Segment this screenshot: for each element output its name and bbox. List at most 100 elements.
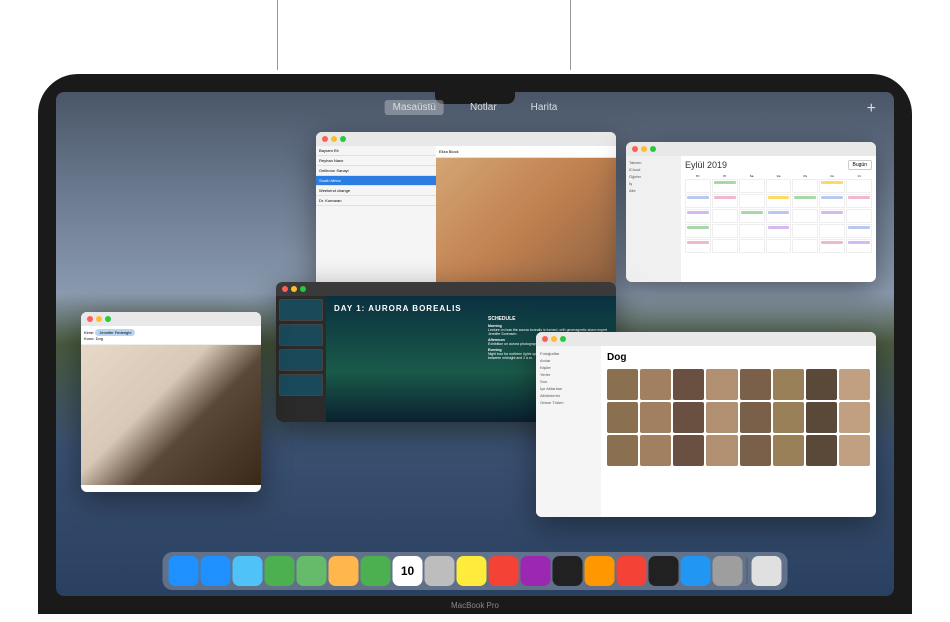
cal-day-cell[interactable]	[712, 224, 738, 238]
cal-day-cell[interactable]	[712, 239, 738, 253]
minimize-icon[interactable]	[551, 336, 557, 342]
ph-side-item[interactable]: Yerler	[540, 371, 597, 378]
cal-day-cell[interactable]	[739, 179, 765, 193]
cal-day-cell[interactable]	[739, 239, 765, 253]
ph-side-item[interactable]: Fotoğraflar	[540, 350, 597, 357]
news-icon[interactable]	[617, 556, 647, 586]
cal-day-cell[interactable]	[712, 194, 738, 208]
podcasts-icon[interactable]	[521, 556, 551, 586]
photo-thumbnail[interactable]	[806, 369, 837, 400]
ph-side-item[interactable]: Kişiler	[540, 364, 597, 371]
calendar-sidebar[interactable]: Takvim iCloud Öğeler İş Aile	[626, 156, 681, 282]
photo-thumbnail[interactable]	[673, 435, 704, 466]
cal-day-cell[interactable]	[685, 179, 711, 193]
appstore-icon[interactable]	[681, 556, 711, 586]
cal-day-cell[interactable]	[766, 239, 792, 253]
cal-side-item[interactable]: Takvim	[629, 159, 678, 166]
photo-thumbnail[interactable]	[673, 402, 704, 433]
slide-thumb[interactable]	[279, 324, 323, 346]
cal-day-cell[interactable]	[846, 179, 872, 193]
cal-day-cell[interactable]	[766, 224, 792, 238]
slide-thumb[interactable]	[279, 374, 323, 396]
ph-side-item[interactable]: Son	[540, 378, 597, 385]
ph-side-item[interactable]: Ortam Türleri	[540, 399, 597, 406]
minimize-icon[interactable]	[291, 286, 297, 292]
photo-thumbnail[interactable]	[640, 435, 671, 466]
close-icon[interactable]	[322, 136, 328, 142]
mail-item[interactable]: Dr. Kumaran	[316, 196, 436, 206]
minimize-icon[interactable]	[641, 146, 647, 152]
cal-day-cell[interactable]	[766, 179, 792, 193]
cal-day-cell[interactable]	[819, 179, 845, 193]
photo-thumbnail[interactable]	[740, 435, 771, 466]
space-notes[interactable]: Notlar	[462, 100, 505, 115]
mail-item[interactable]: Bayram Eti	[316, 146, 436, 156]
cal-side-item[interactable]: Aile	[629, 187, 678, 194]
close-icon[interactable]	[282, 286, 288, 292]
maximize-icon[interactable]	[650, 146, 656, 152]
photo-thumbnail[interactable]	[706, 435, 737, 466]
add-space-button[interactable]: +	[867, 100, 876, 118]
cal-day-cell[interactable]	[819, 224, 845, 238]
mail-message-list[interactable]: Bayram Eti Reyhan Nasır Geliboruı Sanayi…	[316, 146, 436, 292]
facetime-icon[interactable]	[361, 556, 391, 586]
cal-day-cell[interactable]	[712, 209, 738, 223]
mail-item[interactable]: Geliboruı Sanayi	[316, 166, 436, 176]
compose-window[interactable]: Kime: Jennifer Federighi Konu: Dog	[81, 312, 261, 492]
photo-thumbnail[interactable]	[673, 369, 704, 400]
photo-thumbnail[interactable]	[839, 435, 870, 466]
cal-day-cell[interactable]	[819, 209, 845, 223]
mail-window[interactable]: Bayram Eti Reyhan Nasır Geliboruı Sanayi…	[316, 132, 616, 292]
photo-thumbnail[interactable]	[806, 402, 837, 433]
slide-thumb[interactable]	[279, 349, 323, 371]
photo-thumbnail[interactable]	[607, 435, 638, 466]
photo-thumbnail[interactable]	[706, 402, 737, 433]
calendar-grid[interactable]: PzPtSaÇaPeCuCt	[685, 174, 872, 253]
trash-icon[interactable]	[752, 556, 782, 586]
photo-thumbnail[interactable]	[839, 402, 870, 433]
mail-icon[interactable]	[233, 556, 263, 586]
photo-thumbnail[interactable]	[607, 402, 638, 433]
finder-icon[interactable]	[169, 556, 199, 586]
cal-day-cell[interactable]	[792, 224, 818, 238]
close-icon[interactable]	[632, 146, 638, 152]
close-icon[interactable]	[542, 336, 548, 342]
photo-thumbnail[interactable]	[706, 369, 737, 400]
photo-thumbnail[interactable]	[773, 369, 804, 400]
cal-day-cell[interactable]	[739, 224, 765, 238]
space-maps[interactable]: Harita	[523, 100, 566, 115]
stocks-icon[interactable]	[649, 556, 679, 586]
cal-day-cell[interactable]	[685, 209, 711, 223]
maps-icon[interactable]	[297, 556, 327, 586]
cal-day-cell[interactable]	[739, 209, 765, 223]
photo-thumbnail[interactable]	[607, 369, 638, 400]
photos-sidebar[interactable]: Fotoğraflar Anılar Kişiler Yerler Son İç…	[536, 346, 601, 517]
photo-thumbnail[interactable]	[740, 369, 771, 400]
cal-day-cell[interactable]	[766, 209, 792, 223]
mail-item-selected[interactable]: South Africa	[316, 176, 436, 186]
cal-day-cell[interactable]	[792, 239, 818, 253]
photo-thumbnail[interactable]	[839, 369, 870, 400]
photo-thumbnail[interactable]	[740, 402, 771, 433]
minimize-icon[interactable]	[96, 316, 102, 322]
cal-day-cell[interactable]	[685, 224, 711, 238]
contacts-icon[interactable]	[425, 556, 455, 586]
subject-value[interactable]: Dog	[96, 336, 103, 341]
appstore-dev-icon[interactable]	[585, 556, 615, 586]
maximize-icon[interactable]	[300, 286, 306, 292]
tv-icon[interactable]	[553, 556, 583, 586]
cal-day-cell[interactable]	[792, 194, 818, 208]
cal-day-cell[interactable]	[846, 224, 872, 238]
photos-icon[interactable]	[329, 556, 359, 586]
slide-thumbnails[interactable]	[276, 296, 326, 422]
music-icon[interactable]	[489, 556, 519, 586]
cal-day-cell[interactable]	[846, 194, 872, 208]
maximize-icon[interactable]	[105, 316, 111, 322]
cal-day-cell[interactable]	[766, 194, 792, 208]
cal-day-cell[interactable]	[712, 179, 738, 193]
cal-day-cell[interactable]	[685, 239, 711, 253]
cal-day-cell[interactable]	[792, 179, 818, 193]
cal-day-cell[interactable]	[819, 239, 845, 253]
settings-icon[interactable]	[713, 556, 743, 586]
mail-item[interactable]: Weekend change	[316, 186, 436, 196]
